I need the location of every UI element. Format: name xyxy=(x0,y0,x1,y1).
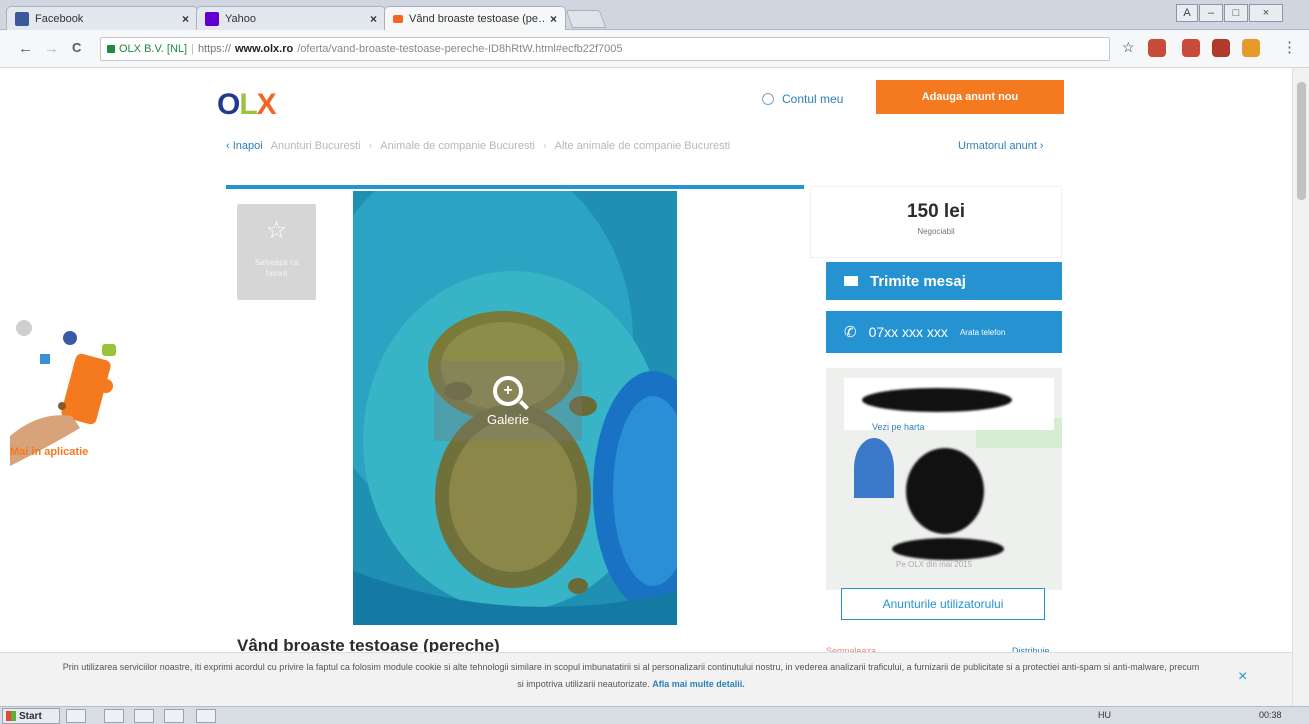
cookie-more-link[interactable]: Afla mai multe detalii. xyxy=(652,679,745,689)
os-taskbar: Start HU 00:38 xyxy=(0,706,1309,724)
send-message-button[interactable]: Trimite mesaj xyxy=(826,262,1062,300)
outlook-taskbar-icon[interactable] xyxy=(104,709,124,723)
extension-icon[interactable] xyxy=(1182,39,1200,57)
post-ad-button[interactable]: Adauga anunt nou xyxy=(876,80,1064,114)
favorite-label: Salveaza ca favorit xyxy=(254,258,299,278)
lock-icon xyxy=(107,45,115,53)
back-button[interactable]: ← xyxy=(18,40,33,57)
secure-origin-label: OLX B.V. [NL] xyxy=(119,43,188,55)
view-on-map-link[interactable]: Vezi pe harta xyxy=(872,422,925,432)
price-box: 150 lei Negociabil xyxy=(810,186,1062,258)
user-ads-button[interactable]: Anunturile utilizatorului xyxy=(841,588,1045,620)
tab-close-icon[interactable]: × xyxy=(370,12,377,26)
new-tab-button[interactable] xyxy=(565,10,607,28)
maximize-button[interactable]: □ xyxy=(1224,4,1248,22)
extension-icon[interactable] xyxy=(1212,39,1230,57)
save-favorite-button[interactable]: ☆ Salveaza ca favorit xyxy=(237,204,316,300)
cookie-banner: Prin utilizarea serviciilor noastre, iti… xyxy=(0,652,1292,706)
yahoo-favicon-icon xyxy=(205,11,219,26)
phone-in-hand-icon xyxy=(10,320,116,466)
show-phone-button[interactable]: ✆ 07xx xxx xxx Arata telefon xyxy=(826,311,1062,353)
facebook-favicon-icon xyxy=(15,11,29,26)
app-promo-label[interactable]: Mai in aplicatie xyxy=(10,446,88,458)
zoom-in-icon: + xyxy=(493,375,523,406)
breadcrumb-item[interactable]: Alte animale de companie Bucuresti xyxy=(555,140,730,152)
show-phone-label: Arata telefon xyxy=(959,327,1006,337)
envelope-icon xyxy=(844,276,858,286)
gallery-button[interactable]: + Galerie xyxy=(434,361,582,441)
account-link[interactable]: Contul meu xyxy=(762,92,843,106)
send-message-label: Trimite mesaj xyxy=(870,272,966,290)
phone-icon: ✆ xyxy=(844,324,857,341)
page-scrollbar[interactable] xyxy=(1292,68,1309,706)
redacted-avatar xyxy=(906,448,984,534)
price: 150 lei xyxy=(906,201,966,222)
address-bar[interactable]: OLX B.V. [NL] | https://www.olx.ro/ofert… xyxy=(100,37,1110,61)
redacted-username xyxy=(892,538,1004,560)
breadcrumb-separator: › xyxy=(368,140,373,152)
cookie-text: Prin utilizarea serviciilor noastre, iti… xyxy=(62,662,1200,689)
forward-button[interactable]: → xyxy=(44,40,59,57)
cookie-close-icon[interactable]: × xyxy=(1238,668,1247,686)
account-label: Contul meu xyxy=(782,92,844,106)
explorer-taskbar-icon[interactable] xyxy=(134,709,154,723)
back-link[interactable]: ‹ Inapoi xyxy=(226,140,263,152)
bookmark-star-icon[interactable]: ☆ xyxy=(1122,39,1135,56)
browser-tab-bar: Facebook × Yahoo × Vând broaste testoase… xyxy=(0,0,1309,30)
tab-facebook[interactable]: Facebook × xyxy=(6,6,198,30)
logo-letter: X xyxy=(256,88,277,121)
logo-letter: O xyxy=(217,88,240,121)
star-icon: ☆ xyxy=(265,217,288,244)
reload-button[interactable]: C xyxy=(72,40,81,55)
language-indicator[interactable]: HU xyxy=(1098,710,1111,720)
breadcrumb-separator: › xyxy=(542,140,547,152)
start-button[interactable]: Start xyxy=(2,708,60,724)
extension-icon[interactable] xyxy=(1148,39,1166,57)
extension-icon[interactable] xyxy=(1242,39,1260,57)
redacted-location xyxy=(862,388,1012,412)
clock[interactable]: 00:38 xyxy=(1259,710,1282,720)
phone-number: 07xx xxx xxx xyxy=(868,324,948,340)
logo-letter: L xyxy=(239,88,257,121)
system-tray: HU 00:38 xyxy=(1098,710,1282,720)
url-host: www.olx.ro xyxy=(234,43,294,55)
folder-taskbar-icon[interactable] xyxy=(164,709,184,723)
tab-olx[interactable]: Vând broaste testoase (pe… × xyxy=(384,6,566,30)
tab-yahoo[interactable]: Yahoo × xyxy=(196,6,386,30)
profile-button[interactable]: A xyxy=(1176,4,1198,22)
menu-icon[interactable]: ⋮ xyxy=(1282,38,1297,56)
negotiable-label: Negociabil xyxy=(917,227,955,236)
olx-favicon-icon xyxy=(393,14,403,23)
map-water xyxy=(854,438,894,498)
breadcrumb: ‹ Inapoi Anunturi Bucuresti › Animale de… xyxy=(226,140,730,152)
url-path: /oferta/vand-broaste-testoase-pereche-ID… xyxy=(297,43,623,55)
breadcrumb-item[interactable]: Animale de companie Bucuresti xyxy=(380,140,535,152)
next-ad-link[interactable]: Urmatorul anunt › xyxy=(958,140,1044,152)
app-promo-illustration[interactable] xyxy=(10,316,130,466)
tab-close-icon[interactable]: × xyxy=(550,12,557,26)
web-page: OLX Contul meu Adauga anunt nou ‹ Inapoi… xyxy=(0,68,1292,706)
app-taskbar-icon[interactable] xyxy=(196,709,216,723)
start-label: Start xyxy=(19,710,42,722)
tab-label: Yahoo xyxy=(225,12,256,25)
scrollbar-thumb[interactable] xyxy=(1297,82,1306,200)
member-since: Pe OLX din mai 2015 xyxy=(896,560,973,569)
tab-label: Vând broaste testoase (pe… xyxy=(409,12,544,25)
breadcrumb-item[interactable]: Anunturi Bucuresti xyxy=(271,140,361,152)
url-protocol: https:// xyxy=(197,43,231,55)
minimize-button[interactable]: – xyxy=(1199,4,1223,22)
tab-label: Facebook xyxy=(35,12,84,25)
close-window-button[interactable]: × xyxy=(1249,4,1283,22)
windows-logo-icon xyxy=(6,711,16,721)
user-icon xyxy=(762,93,774,105)
olx-logo[interactable]: OLX xyxy=(217,88,277,122)
tab-close-icon[interactable]: × xyxy=(182,12,189,26)
chrome-taskbar-icon[interactable] xyxy=(66,709,86,723)
seller-map-card[interactable] xyxy=(826,368,1062,590)
browser-toolbar: ← → C OLX B.V. [NL] | https://www.olx.ro… xyxy=(0,30,1309,68)
gallery-label: Galerie xyxy=(487,411,529,427)
url-separator: | xyxy=(191,43,194,55)
